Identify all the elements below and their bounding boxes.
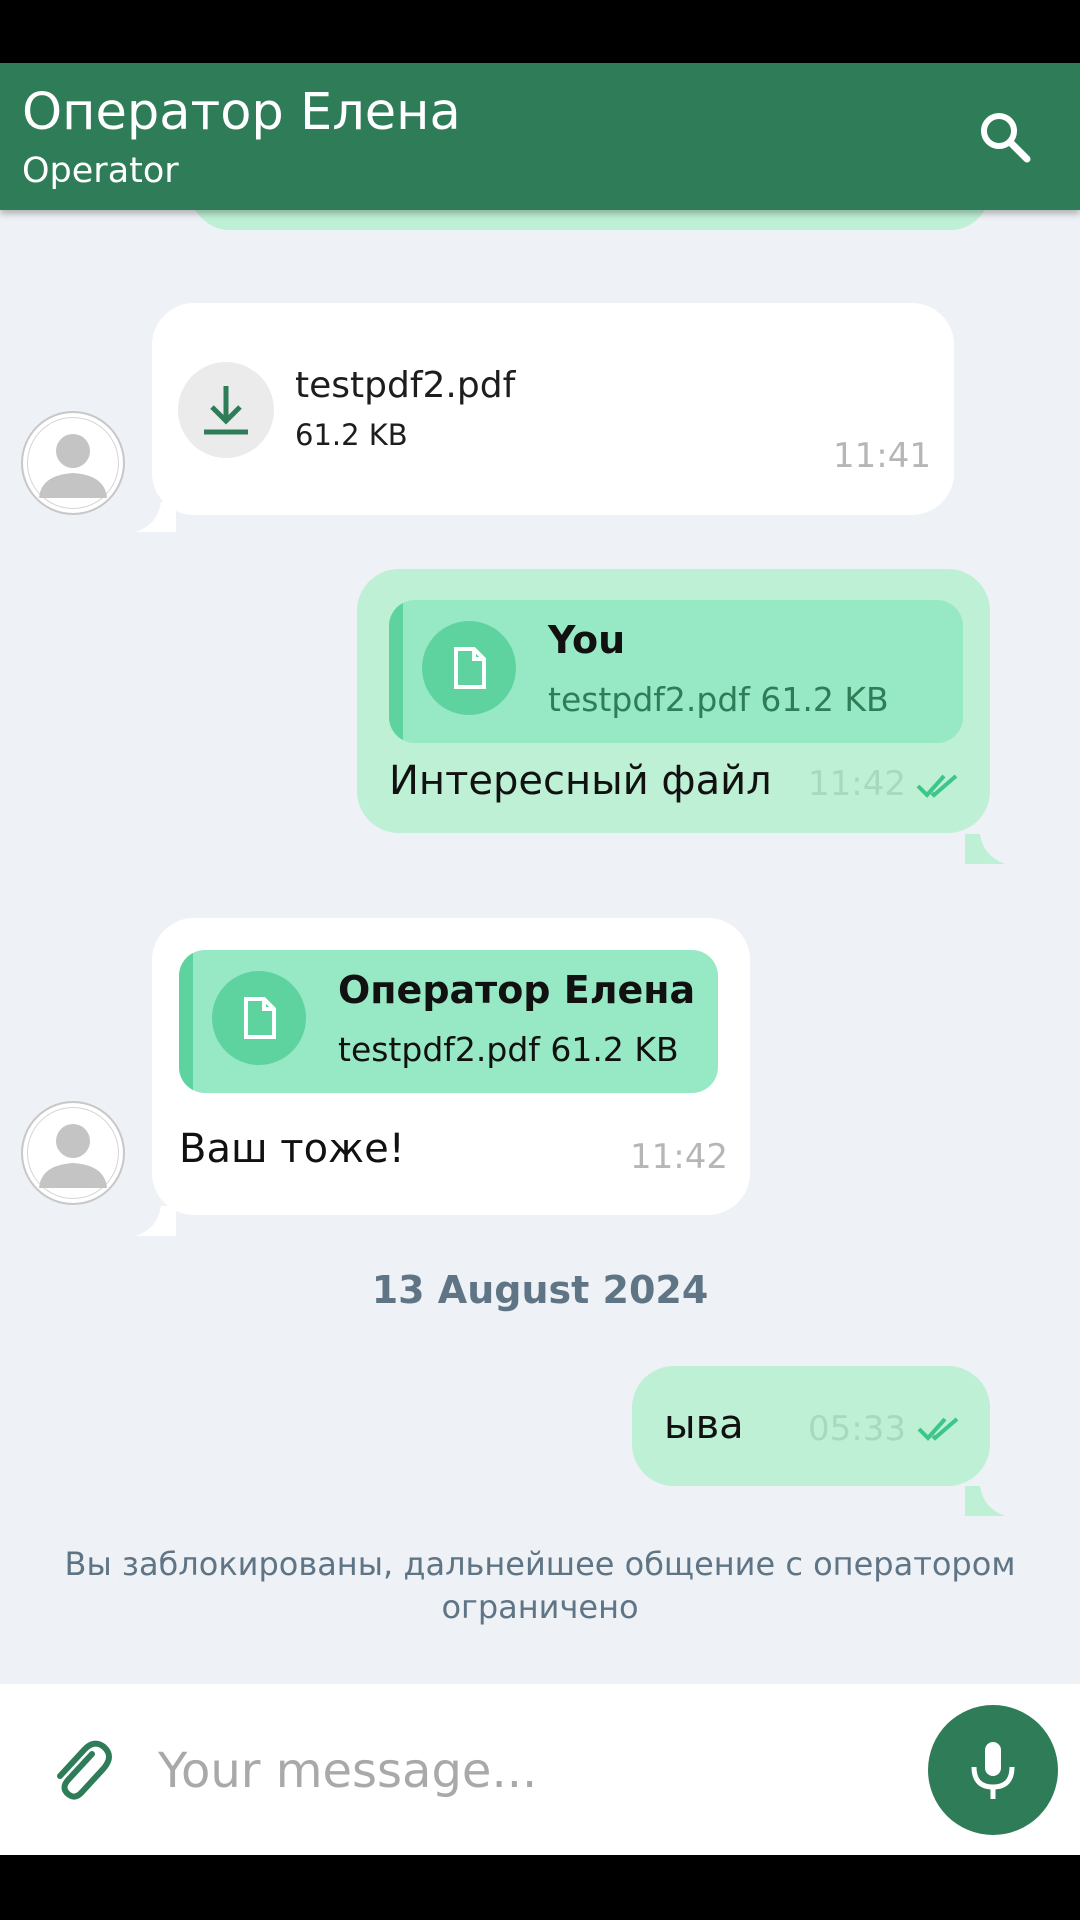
- reply-author: You: [548, 618, 626, 662]
- reply-accent-bar: [179, 950, 193, 1093]
- message-bubble-partial: [190, 210, 990, 230]
- file-name: testpdf2.pdf: [295, 365, 516, 406]
- download-icon[interactable]: [178, 362, 274, 458]
- reply-accent-bar: [389, 600, 403, 743]
- reply-message-outgoing[interactable]: You testpdf2.pdf 61.2 KB Интересный файл…: [357, 569, 990, 833]
- app-bar: Оператор Елена Operator: [0, 63, 1080, 210]
- reply-file-info: testpdf2.pdf 61.2 KB: [338, 1030, 679, 1069]
- reply-file-info: testpdf2.pdf 61.2 KB: [548, 680, 889, 719]
- bubble-tail: [965, 834, 1005, 864]
- document-icon: [422, 621, 516, 715]
- message-time: 11:42: [630, 1137, 728, 1177]
- reply-author: Оператор Елена: [338, 968, 696, 1012]
- avatar: [21, 1101, 125, 1205]
- chat-title: Оператор Елена: [22, 83, 461, 142]
- document-icon: [212, 971, 306, 1065]
- message-time: 11:41: [833, 436, 931, 476]
- status-bar: [0, 0, 1080, 63]
- message-text: Ваш тоже!: [179, 1126, 405, 1172]
- reply-preview[interactable]: Оператор Елена testpdf2.pdf 61.2 KB: [179, 950, 718, 1093]
- microphone-icon: [971, 1742, 1015, 1799]
- reply-preview[interactable]: You testpdf2.pdf 61.2 KB: [389, 600, 963, 743]
- message-time: 11:42: [808, 764, 906, 804]
- reply-message-incoming[interactable]: Оператор Елена testpdf2.pdf 61.2 KB Ваш …: [152, 918, 750, 1215]
- bubble-tail: [136, 1206, 176, 1236]
- message-input[interactable]: [158, 1726, 898, 1816]
- message-time: 05:33: [808, 1409, 906, 1449]
- double-check-icon: [916, 769, 962, 801]
- paperclip-icon[interactable]: [44, 1734, 114, 1804]
- message-text: Интересный файл: [389, 758, 772, 804]
- message-text: ыва: [664, 1402, 744, 1448]
- navigation-bar: [0, 1855, 1080, 1920]
- avatar: [21, 411, 125, 515]
- bubble-tail: [965, 1486, 1005, 1516]
- chat-area[interactable]: testpdf2.pdf 61.2 KB 11:41 You testpdf2.…: [0, 210, 1080, 1684]
- file-size: 61.2 KB: [295, 418, 408, 452]
- chat-subtitle: Operator: [22, 151, 179, 191]
- blocked-notice: Вы заблокированы, дальнейшее общение с о…: [64, 1545, 1016, 1626]
- text-message-outgoing[interactable]: ыва 05:33: [632, 1366, 990, 1486]
- date-separator: 13 August 2024: [371, 1268, 709, 1312]
- file-message[interactable]: testpdf2.pdf 61.2 KB 11:41: [152, 303, 954, 515]
- microphone-button[interactable]: [928, 1705, 1058, 1835]
- double-check-icon: [917, 1412, 963, 1444]
- search-icon[interactable]: [975, 107, 1035, 167]
- message-composer: [0, 1684, 1080, 1855]
